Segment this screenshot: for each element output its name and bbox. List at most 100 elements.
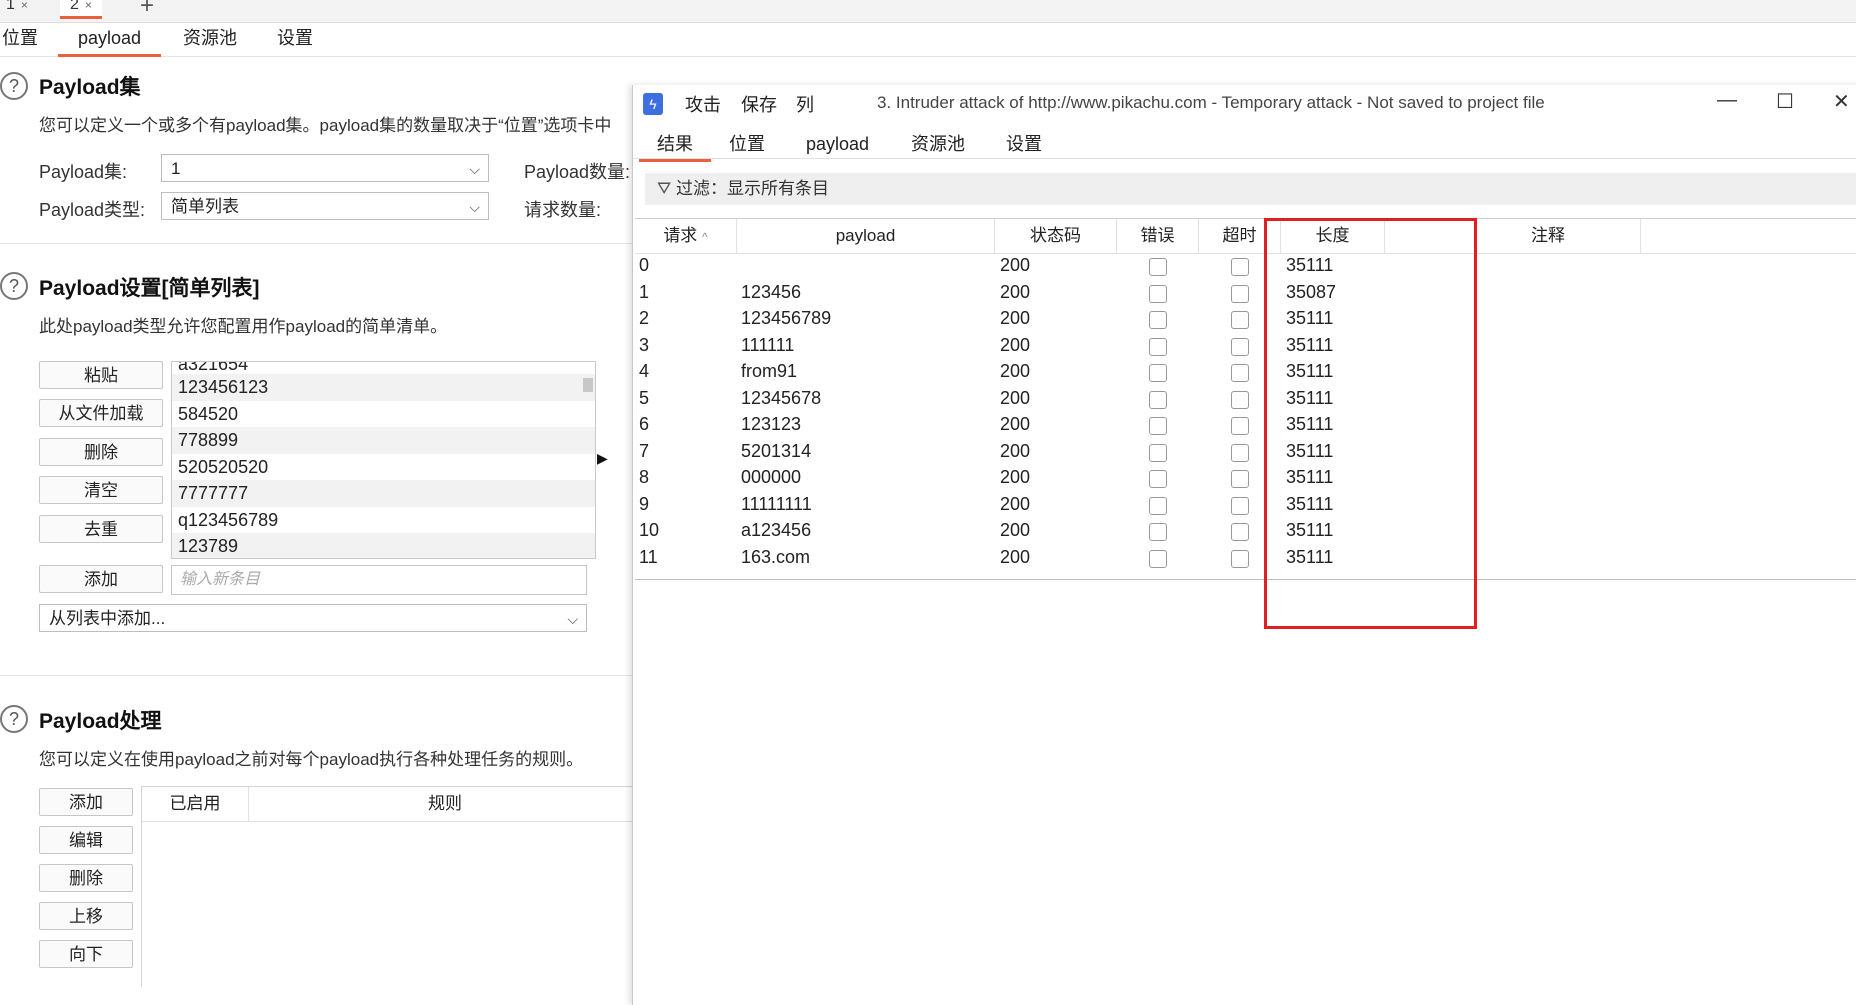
add-item-button[interactable]: 添加 <box>39 565 163 593</box>
table-row[interactable]: 6 123123 200 35111 <box>635 413 1856 440</box>
payload-list[interactable]: a321654 123456123 584520 778899 52052052… <box>171 361 596 559</box>
timeout-checkbox[interactable] <box>1231 523 1249 541</box>
table-row[interactable]: 7 5201314 200 35111 <box>635 440 1856 467</box>
list-item[interactable]: 778899 <box>172 427 595 454</box>
cell-status: 200 <box>1000 467 1031 487</box>
timeout-checkbox[interactable] <box>1231 364 1249 382</box>
deduplicate-button[interactable]: 去重 <box>39 515 163 543</box>
table-row[interactable]: 5 12345678 200 35111 <box>635 387 1856 414</box>
window-title-bar: ϟ 攻击 保存 列 3. Intruder attack of http://w… <box>633 85 1856 123</box>
timeout-checkbox[interactable] <box>1231 496 1249 515</box>
help-icon[interactable]: ? <box>0 72 28 100</box>
list-item[interactable]: a321654 <box>172 362 595 374</box>
col-rule[interactable]: 规则 <box>248 787 642 822</box>
table-row[interactable]: 3 111111 200 35111 <box>635 334 1856 361</box>
error-checkbox[interactable] <box>1149 417 1167 435</box>
add-tab-icon[interactable]: + <box>140 0 154 20</box>
cell-status: 200 <box>1000 493 1031 514</box>
payload-count-label: Payload数量: <box>524 162 631 182</box>
tab-settings[interactable]: 设置 <box>277 22 313 54</box>
error-checkbox[interactable] <box>1149 337 1167 356</box>
table-row[interactable]: 0 200 35111 <box>635 254 1856 281</box>
list-item[interactable]: q123456789 <box>172 507 595 534</box>
add-rule-button[interactable]: 添加 <box>39 788 133 816</box>
table-row[interactable]: 4 from91 200 35111 <box>635 360 1856 387</box>
list-item[interactable]: 123789 <box>172 533 595 558</box>
col-status[interactable]: 状态码 <box>995 219 1117 253</box>
add-from-list-select[interactable]: 从列表中添加... ⌵ <box>39 604 587 632</box>
error-checkbox[interactable] <box>1149 284 1167 303</box>
payload-set-select[interactable]: 1 ⌵ <box>161 154 489 182</box>
table-row[interactable]: 1 123456 200 35087 <box>635 281 1856 308</box>
timeout-checkbox[interactable] <box>1231 258 1249 276</box>
error-checkbox[interactable] <box>1149 496 1167 515</box>
cell-request: 4 <box>639 361 650 381</box>
tab-resource-pool[interactable]: 资源池 <box>911 129 965 159</box>
col-enabled[interactable]: 已启用 <box>142 787 249 822</box>
scrollbar-thumb[interactable] <box>583 378 593 392</box>
timeout-checkbox[interactable] <box>1231 549 1249 568</box>
project-tab-1[interactable]: 1 × <box>0 0 38 16</box>
error-checkbox[interactable] <box>1149 311 1167 329</box>
list-item[interactable]: 7777777 <box>172 480 595 507</box>
error-checkbox[interactable] <box>1149 443 1167 462</box>
table-row[interactable]: 2 123456789 200 35111 <box>635 307 1856 334</box>
menu-columns[interactable]: 列 <box>796 91 814 117</box>
menu-save[interactable]: 保存 <box>741 91 777 117</box>
paste-button[interactable]: 粘贴 <box>39 361 163 389</box>
timeout-checkbox[interactable] <box>1231 390 1249 409</box>
list-item[interactable]: 123456123 <box>172 374 595 401</box>
more-options-icon[interactable]: ⋮ <box>1849 593 1856 613</box>
error-checkbox[interactable] <box>1149 364 1167 382</box>
project-tab-2[interactable]: 2 × <box>60 0 102 19</box>
close-icon[interactable]: × <box>21 0 28 12</box>
error-checkbox[interactable] <box>1149 523 1167 541</box>
tab-payload[interactable]: payload <box>806 129 869 159</box>
error-checkbox[interactable] <box>1149 470 1167 488</box>
help-icon[interactable]: ? <box>0 272 28 300</box>
col-request[interactable]: 请求 ^ <box>635 219 737 253</box>
new-item-input[interactable]: 输入新条目 <box>171 565 587 595</box>
minimize-icon[interactable]: — <box>1717 89 1737 112</box>
col-comment[interactable]: 注释 <box>1455 219 1641 253</box>
timeout-checkbox[interactable] <box>1231 470 1249 488</box>
payload-type-select[interactable]: 简单列表 ⌵ <box>161 192 489 220</box>
menu-attack[interactable]: 攻击 <box>685 91 721 117</box>
tab-settings[interactable]: 设置 <box>1006 129 1042 159</box>
filter-bar[interactable]: ⛛ 过滤：显示所有条目 <box>645 173 1856 205</box>
tab-resource-pool[interactable]: 资源池 <box>183 22 237 54</box>
timeout-checkbox[interactable] <box>1231 284 1249 303</box>
table-row[interactable]: 8 000000 200 35111 <box>635 466 1856 493</box>
timeout-checkbox[interactable] <box>1231 417 1249 435</box>
error-checkbox[interactable] <box>1149 390 1167 409</box>
cell-payload: 12345678 <box>741 387 822 408</box>
close-icon[interactable]: ✕ <box>1833 89 1850 114</box>
table-row[interactable]: 10 a123456 200 35111 <box>635 519 1856 546</box>
edit-rule-button[interactable]: 编辑 <box>39 826 133 854</box>
tab-positions[interactable]: 位置 <box>2 22 38 54</box>
error-checkbox[interactable] <box>1149 549 1167 568</box>
tab-payload[interactable]: payload <box>58 22 162 57</box>
col-error[interactable]: 错误 <box>1117 219 1199 253</box>
cell-request: 11 <box>639 546 658 567</box>
timeout-checkbox[interactable] <box>1231 311 1249 329</box>
tab-positions[interactable]: 位置 <box>729 129 765 159</box>
remove-button[interactable]: 删除 <box>39 438 163 466</box>
table-row[interactable]: 9 11111111 200 35111 <box>635 493 1856 520</box>
move-down-button[interactable]: 向下 <box>39 940 133 968</box>
list-item[interactable]: 584520 <box>172 401 595 428</box>
table-row[interactable]: 11 163.com 200 35111 <box>635 546 1856 573</box>
help-icon[interactable]: ? <box>0 705 28 733</box>
col-payload[interactable]: payload <box>737 219 995 253</box>
close-icon[interactable]: × <box>85 0 92 12</box>
maximize-icon[interactable]: ☐ <box>1776 89 1794 114</box>
timeout-checkbox[interactable] <box>1231 443 1249 462</box>
clear-button[interactable]: 清空 <box>39 476 163 504</box>
move-up-button[interactable]: 上移 <box>39 902 133 930</box>
payload-set-value: 1 <box>171 159 181 178</box>
remove-rule-button[interactable]: 删除 <box>39 864 133 892</box>
list-item[interactable]: 520520520 <box>172 454 595 481</box>
load-from-file-button[interactable]: 从文件加载 <box>39 399 163 427</box>
error-checkbox[interactable] <box>1149 258 1167 276</box>
timeout-checkbox[interactable] <box>1231 337 1249 356</box>
